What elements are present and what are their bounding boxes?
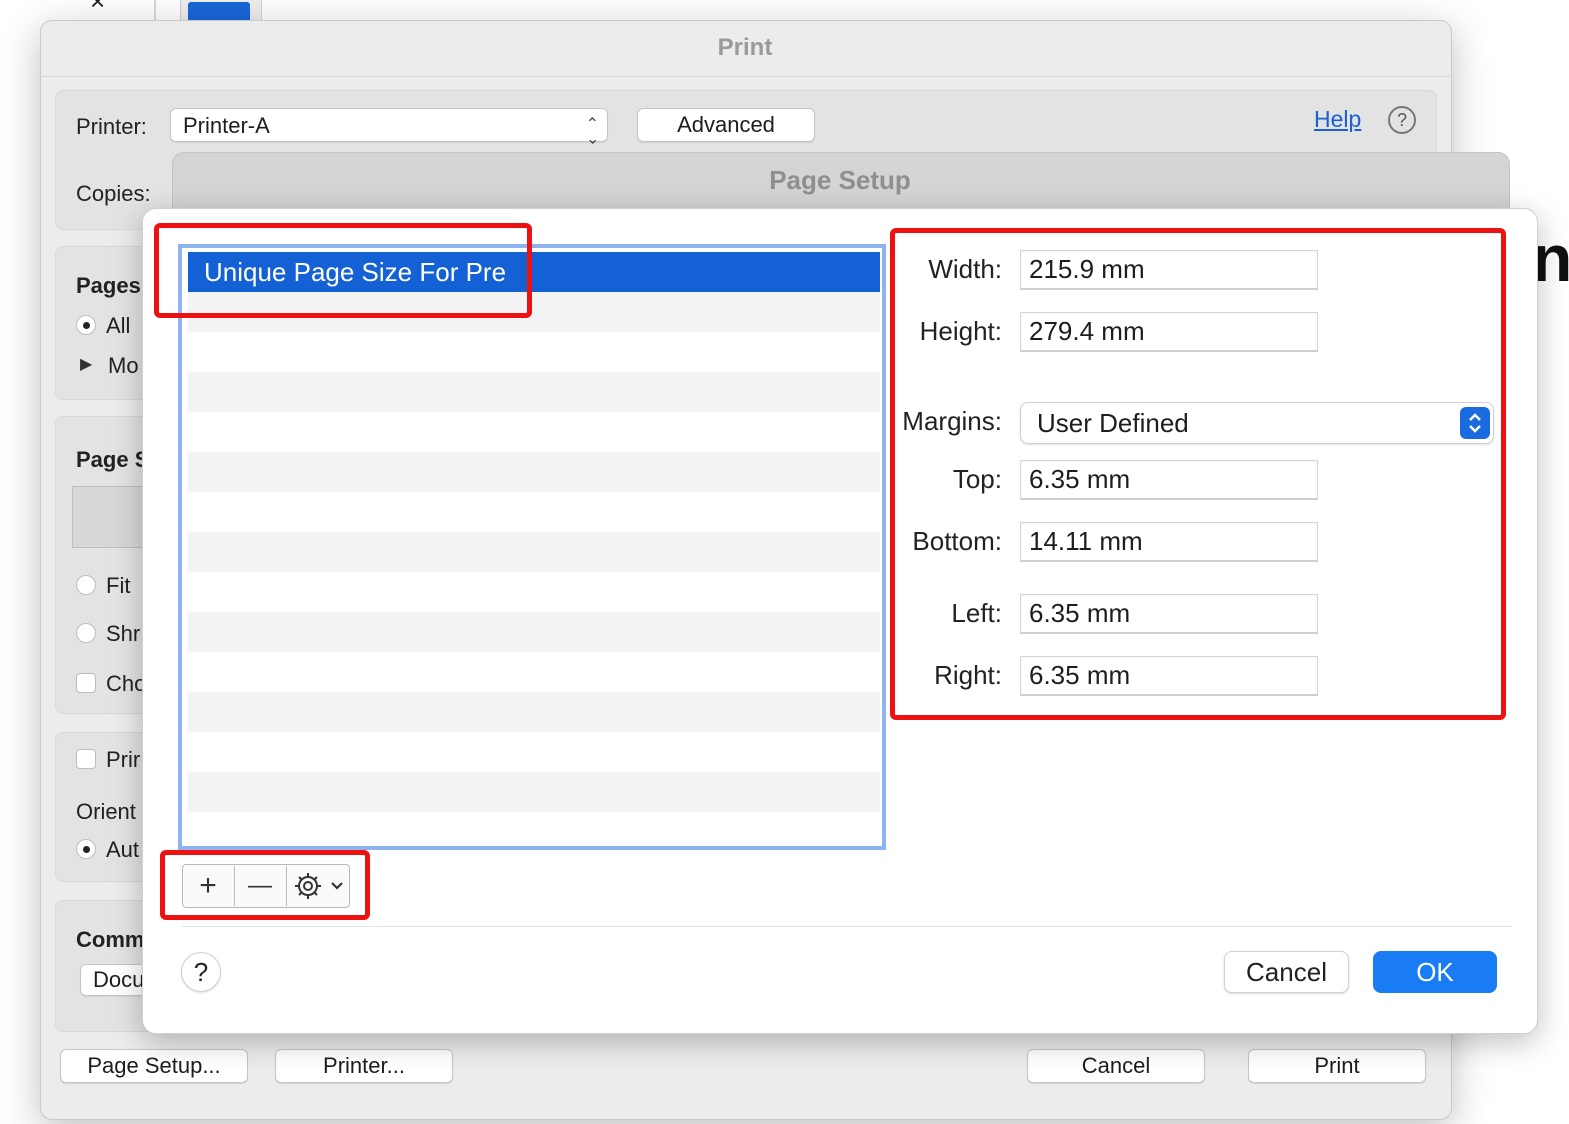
pages-more-label: Mo bbox=[108, 353, 139, 378]
print-window-title: Print bbox=[40, 20, 1450, 77]
printer-label: Printer: bbox=[76, 114, 147, 139]
orientation-auto-radio[interactable] bbox=[76, 839, 96, 859]
shrink-label: Shr bbox=[106, 621, 141, 646]
print-button[interactable]: Print bbox=[1248, 1049, 1426, 1083]
list-item bbox=[188, 812, 880, 846]
list-item bbox=[188, 452, 880, 492]
choose-checkbox[interactable] bbox=[76, 673, 96, 693]
list-item bbox=[188, 372, 880, 412]
ok-button[interactable]: OK bbox=[1373, 951, 1497, 993]
pages-all-label: All bbox=[106, 313, 131, 338]
list-item bbox=[188, 572, 880, 612]
background-divider bbox=[154, 0, 156, 20]
choose-label: Cho bbox=[106, 671, 147, 696]
printer-select-value: Printer-A bbox=[183, 113, 270, 138]
page-size-heading: Page S bbox=[76, 447, 150, 472]
list-item bbox=[188, 532, 880, 572]
updown-chevron-icon-lower: ⌃ bbox=[585, 128, 599, 145]
background-close-icon: × bbox=[90, 0, 106, 16]
disclosure-triangle-icon[interactable]: ▶ bbox=[80, 354, 92, 374]
orientation-label: Orient bbox=[76, 799, 136, 824]
list-item bbox=[188, 492, 880, 532]
background-tab-accent bbox=[188, 2, 250, 22]
orientation-auto-label: Aut bbox=[106, 837, 140, 862]
pages-heading: Pages bbox=[76, 273, 141, 298]
fit-label: Fit bbox=[106, 573, 131, 598]
page-size-list[interactable]: Unique Page Size For Pre bbox=[178, 244, 886, 850]
help-link[interactable]: Help bbox=[1314, 106, 1361, 133]
pages-all-radio[interactable] bbox=[76, 315, 96, 335]
page-setup-title: Page Setup bbox=[769, 165, 911, 195]
advanced-button[interactable]: Advanced bbox=[637, 108, 815, 142]
question-circle-icon[interactable]: ? bbox=[1388, 106, 1416, 134]
printer-button[interactable]: Printer... bbox=[275, 1049, 453, 1083]
highlight-edit-controls bbox=[160, 850, 370, 920]
list-item bbox=[188, 692, 880, 732]
print-checkbox[interactable] bbox=[76, 749, 96, 769]
page-setup-button[interactable]: Page Setup... bbox=[60, 1049, 248, 1083]
list-item bbox=[188, 732, 880, 772]
printer-select[interactable]: Printer-A ⌃ ⌃ bbox=[170, 108, 608, 145]
help-button[interactable]: ? bbox=[181, 952, 221, 992]
copies-label: Copies: bbox=[76, 181, 151, 206]
list-item bbox=[188, 612, 880, 652]
print-check-label: Prir bbox=[106, 747, 141, 772]
list-item bbox=[188, 412, 880, 452]
print-cancel-button[interactable]: Cancel bbox=[1027, 1049, 1205, 1083]
shrink-radio[interactable] bbox=[76, 623, 96, 643]
fit-radio[interactable] bbox=[76, 575, 96, 595]
comments-heading: Comm bbox=[76, 927, 145, 952]
list-item bbox=[188, 332, 880, 372]
highlight-dimension-fields bbox=[890, 228, 1506, 720]
cancel-button[interactable]: Cancel bbox=[1224, 951, 1349, 993]
list-item bbox=[188, 652, 880, 692]
highlight-selected-page-size bbox=[154, 223, 532, 318]
footer-divider bbox=[182, 926, 1512, 927]
list-item bbox=[188, 772, 880, 812]
